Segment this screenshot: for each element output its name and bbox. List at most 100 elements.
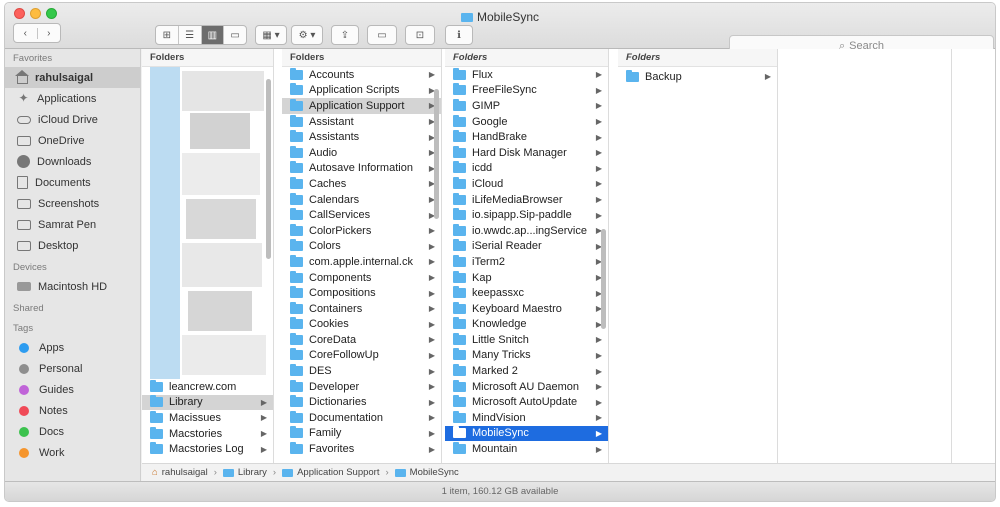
list-item[interactable]: Application Support ▶ — [282, 98, 441, 114]
get-info-button[interactable]: ℹ — [445, 25, 473, 45]
list-item[interactable]: leancrew.com — [142, 379, 273, 395]
list-item[interactable]: Google ▶ — [445, 114, 608, 130]
list-item[interactable]: Hard Disk Manager ▶ — [445, 145, 608, 161]
list-item[interactable]: Keyboard Maestro ▶ — [445, 301, 608, 317]
list-item[interactable]: Favorites ▶ — [282, 441, 441, 457]
list-item[interactable]: icdd ▶ — [445, 161, 608, 177]
path-item[interactable]: Application Support — [297, 467, 379, 478]
sidebar-item-home[interactable]: rahulsaigal — [5, 67, 140, 88]
list-item[interactable]: Audio ▶ — [282, 145, 441, 161]
list-item[interactable]: Assistants ▶ — [282, 129, 441, 145]
list-item[interactable]: MindVision ▶ — [445, 410, 608, 426]
list-item[interactable]: CoreFollowUp ▶ — [282, 348, 441, 364]
list-item[interactable]: Dictionaries ▶ — [282, 394, 441, 410]
back-button[interactable]: ‹ — [14, 28, 37, 39]
list-item[interactable]: Autosave Information ▶ — [282, 161, 441, 177]
scrollbar[interactable] — [601, 229, 606, 329]
list-item[interactable]: Mountain ▶ — [445, 441, 608, 457]
list-item[interactable]: Library ▶ — [142, 394, 273, 411]
sidebar-tag-guides[interactable]: Guides — [5, 379, 140, 400]
sidebar-item-screenshots[interactable]: Screenshots — [5, 193, 140, 214]
list-item[interactable]: Containers ▶ — [282, 301, 441, 317]
list-item[interactable]: iSerial Reader ▶ — [445, 239, 608, 255]
list-item[interactable]: Application Scripts ▶ — [282, 83, 441, 99]
list-item[interactable]: iLifeMediaBrowser ▶ — [445, 192, 608, 208]
new-folder-button[interactable]: ⊡ — [405, 25, 435, 45]
sidebar-item-desktop[interactable]: Desktop — [5, 235, 140, 256]
list-item[interactable]: Knowledge ▶ — [445, 317, 608, 333]
list-item[interactable]: Marked 2 ▶ — [445, 363, 608, 379]
list-item[interactable]: Colors ▶ — [282, 239, 441, 255]
list-item[interactable]: Documentation ▶ — [282, 410, 441, 426]
sidebar-item-applications[interactable]: ✦ Applications — [5, 88, 140, 109]
column-list: leancrew.com Library ▶ Macissues ▶ Macstor… — [142, 379, 273, 457]
list-item[interactable]: Assistant ▶ — [282, 114, 441, 130]
gallery-view-button[interactable]: ▭ — [223, 26, 246, 44]
list-item[interactable]: Many Tricks ▶ — [445, 348, 608, 364]
list-item[interactable]: io.wwdc.ap...ingService ▶ — [445, 223, 608, 239]
sidebar-tag-notes[interactable]: Notes — [5, 400, 140, 421]
list-item[interactable]: Macstories ▶ — [142, 426, 273, 442]
scrollbar[interactable] — [434, 89, 439, 219]
list-item[interactable]: Developer ▶ — [282, 379, 441, 395]
sidebar-item-samrat-pen[interactable]: Samrat Pen — [5, 214, 140, 235]
sidebar-tag-docs[interactable]: Docs — [5, 421, 140, 442]
list-item[interactable]: keepassxc ▶ — [445, 285, 608, 301]
list-item[interactable]: Microsoft AU Daemon ▶ — [445, 379, 608, 395]
list-item[interactable]: Components ▶ — [282, 270, 441, 286]
disclosure-arrow-icon: ▶ — [260, 413, 267, 423]
list-item[interactable]: Family ▶ — [282, 426, 441, 442]
scrollbar[interactable] — [266, 79, 271, 259]
disclosure-arrow-icon: ▶ — [595, 117, 602, 127]
path-item[interactable]: rahulsaigal — [162, 467, 208, 478]
list-item[interactable]: GIMP ▶ — [445, 98, 608, 114]
column-view-button[interactable]: ▥ — [200, 26, 224, 44]
list-item[interactable]: Little Snitch ▶ — [445, 332, 608, 348]
list-item[interactable]: Caches ▶ — [282, 176, 441, 192]
list-view-button[interactable]: ☰ — [177, 26, 201, 44]
sidebar-item-label: OneDrive — [38, 134, 85, 147]
list-item-label: io.wwdc.ap...ingService — [472, 224, 587, 237]
list-item[interactable]: Compositions ▶ — [282, 285, 441, 301]
list-item[interactable]: iCloud ▶ — [445, 176, 608, 192]
sidebar-tag-apps[interactable]: Apps — [5, 337, 140, 358]
folder-icon — [453, 364, 466, 377]
sidebar-item-downloads[interactable]: Downloads — [5, 151, 140, 172]
list-item-label: Compositions — [309, 287, 376, 300]
list-item[interactable]: com.apple.internal.ck ▶ — [282, 254, 441, 270]
sidebar-tag-work[interactable]: Work — [5, 442, 140, 463]
path-item[interactable]: MobileSync — [410, 467, 459, 478]
list-item[interactable]: CallServices ▶ — [282, 207, 441, 223]
group-by-button[interactable]: ▦ ▾ — [255, 25, 287, 45]
path-item[interactable]: Library — [238, 467, 267, 478]
icon-view-button[interactable]: ⊞ — [156, 26, 178, 44]
list-item[interactable]: HandBrake ▶ — [445, 129, 608, 145]
list-item[interactable]: FreeFileSync ▶ — [445, 83, 608, 99]
list-item[interactable]: MobileSync ▶ — [445, 425, 608, 442]
share-button[interactable]: ⇪ — [331, 25, 359, 45]
list-item[interactable]: CoreData ▶ — [282, 332, 441, 348]
favorites-header: Favorites — [13, 53, 53, 64]
sidebar-item-icloud-drive[interactable]: iCloud Drive — [5, 109, 140, 130]
forward-button[interactable]: › — [36, 27, 61, 39]
list-item[interactable]: ColorPickers ▶ — [282, 223, 441, 239]
list-item[interactable]: Backup ▶ — [618, 69, 777, 85]
tag-button[interactable]: ▭ — [367, 25, 397, 45]
action-gear-button[interactable]: ⚙ ▾ — [291, 25, 323, 45]
list-item[interactable]: Cookies ▶ — [282, 317, 441, 333]
list-item[interactable]: Flux ▶ — [445, 67, 608, 83]
list-item[interactable]: Accounts ▶ — [282, 67, 441, 83]
list-item[interactable]: Calendars ▶ — [282, 192, 441, 208]
list-item[interactable]: DES ▶ — [282, 363, 441, 379]
list-item[interactable]: iTerm2 ▶ — [445, 254, 608, 270]
list-item[interactable]: Kap ▶ — [445, 270, 608, 286]
list-item[interactable]: Macissues ▶ — [142, 410, 273, 426]
list-item[interactable]: Macstories Log ▶ — [142, 441, 273, 457]
sidebar-tag-personal[interactable]: Personal — [5, 358, 140, 379]
list-item[interactable]: io.sipapp.Sip-paddle ▶ — [445, 207, 608, 223]
column-empty — [782, 49, 952, 481]
sidebar-item-documents[interactable]: Documents — [5, 172, 140, 193]
list-item[interactable]: Microsoft AutoUpdate ▶ — [445, 394, 608, 410]
sidebar-item-macintosh-hd[interactable]: Macintosh HD — [5, 276, 140, 297]
sidebar-item-onedrive[interactable]: OneDrive — [5, 130, 140, 151]
